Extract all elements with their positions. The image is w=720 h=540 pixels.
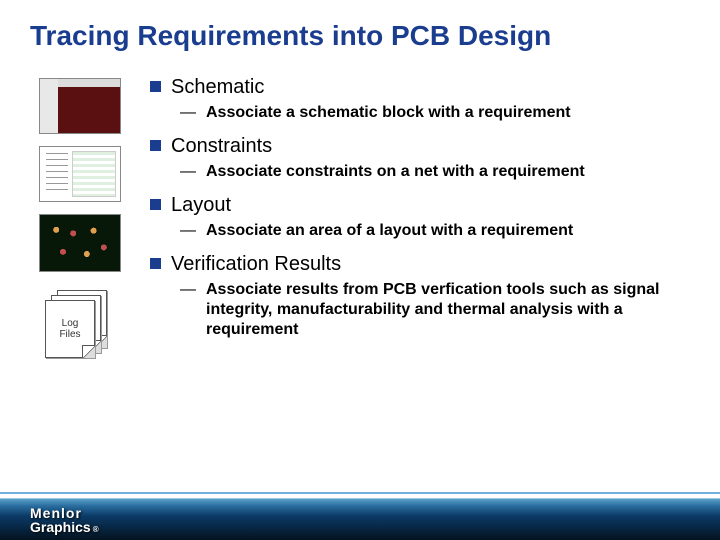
mentor-graphics-logo: Menlor Graphics® — [30, 506, 99, 534]
bullet-subtext: Associate a schematic block with a requi… — [206, 103, 571, 123]
square-bullet-icon — [150, 140, 161, 151]
layout-thumbnail-icon — [39, 214, 121, 272]
thumbnail-column: Log Files — [30, 74, 130, 360]
bullet-item: Verification Results — [150, 253, 690, 276]
content-row: Log Files Schematic — Associate a schema… — [30, 74, 690, 360]
bullet-list: Schematic — Associate a schematic block … — [150, 74, 690, 360]
dash-bullet-icon: — — [180, 280, 196, 299]
bullet-subitem: — Associate an area of a layout with a r… — [180, 221, 690, 241]
bullet-heading: Schematic — [171, 76, 264, 99]
bullet-subitem: — Associate a schematic block with a req… — [180, 103, 690, 123]
schematic-thumbnail-icon — [39, 78, 121, 134]
logfile-label: Log Files — [50, 318, 90, 340]
bullet-subtext: Associate results from PCB verfication t… — [206, 280, 670, 340]
bullet-subitem: — Associate constraints on a net with a … — [180, 162, 690, 182]
logfile-stack-icon: Log Files — [45, 290, 115, 360]
footer-bar — [0, 498, 720, 516]
bullet-item: Layout — [150, 194, 690, 217]
footer-dark-bar — [0, 516, 720, 540]
dash-bullet-icon: — — [180, 103, 196, 122]
bullet-subtext: Associate constraints on a net with a re… — [206, 162, 585, 182]
bullet-subtext: Associate an area of a layout with a req… — [206, 221, 573, 241]
logfile-icon: Log Files — [45, 300, 95, 358]
logo-line2: Graphics — [30, 520, 91, 534]
slide-title: Tracing Requirements into PCB Design — [30, 20, 690, 52]
bullet-heading: Verification Results — [171, 253, 341, 276]
bullet-heading: Constraints — [171, 135, 272, 158]
footer-accent-line — [0, 492, 720, 494]
square-bullet-icon — [150, 199, 161, 210]
square-bullet-icon — [150, 81, 161, 92]
bullet-item: Constraints — [150, 135, 690, 158]
logo-line1: Menlor — [30, 506, 99, 520]
bullet-subitem: — Associate results from PCB verfication… — [180, 280, 690, 340]
dash-bullet-icon: — — [180, 221, 196, 240]
dash-bullet-icon: — — [180, 162, 196, 181]
slide: Tracing Requirements into PCB Design Log… — [0, 0, 720, 540]
square-bullet-icon — [150, 258, 161, 269]
registered-icon: ® — [93, 526, 99, 534]
bullet-heading: Layout — [171, 194, 231, 217]
slide-footer: Menlor Graphics® — [0, 492, 720, 540]
bullet-item: Schematic — [150, 76, 690, 99]
constraints-thumbnail-icon — [39, 146, 121, 202]
